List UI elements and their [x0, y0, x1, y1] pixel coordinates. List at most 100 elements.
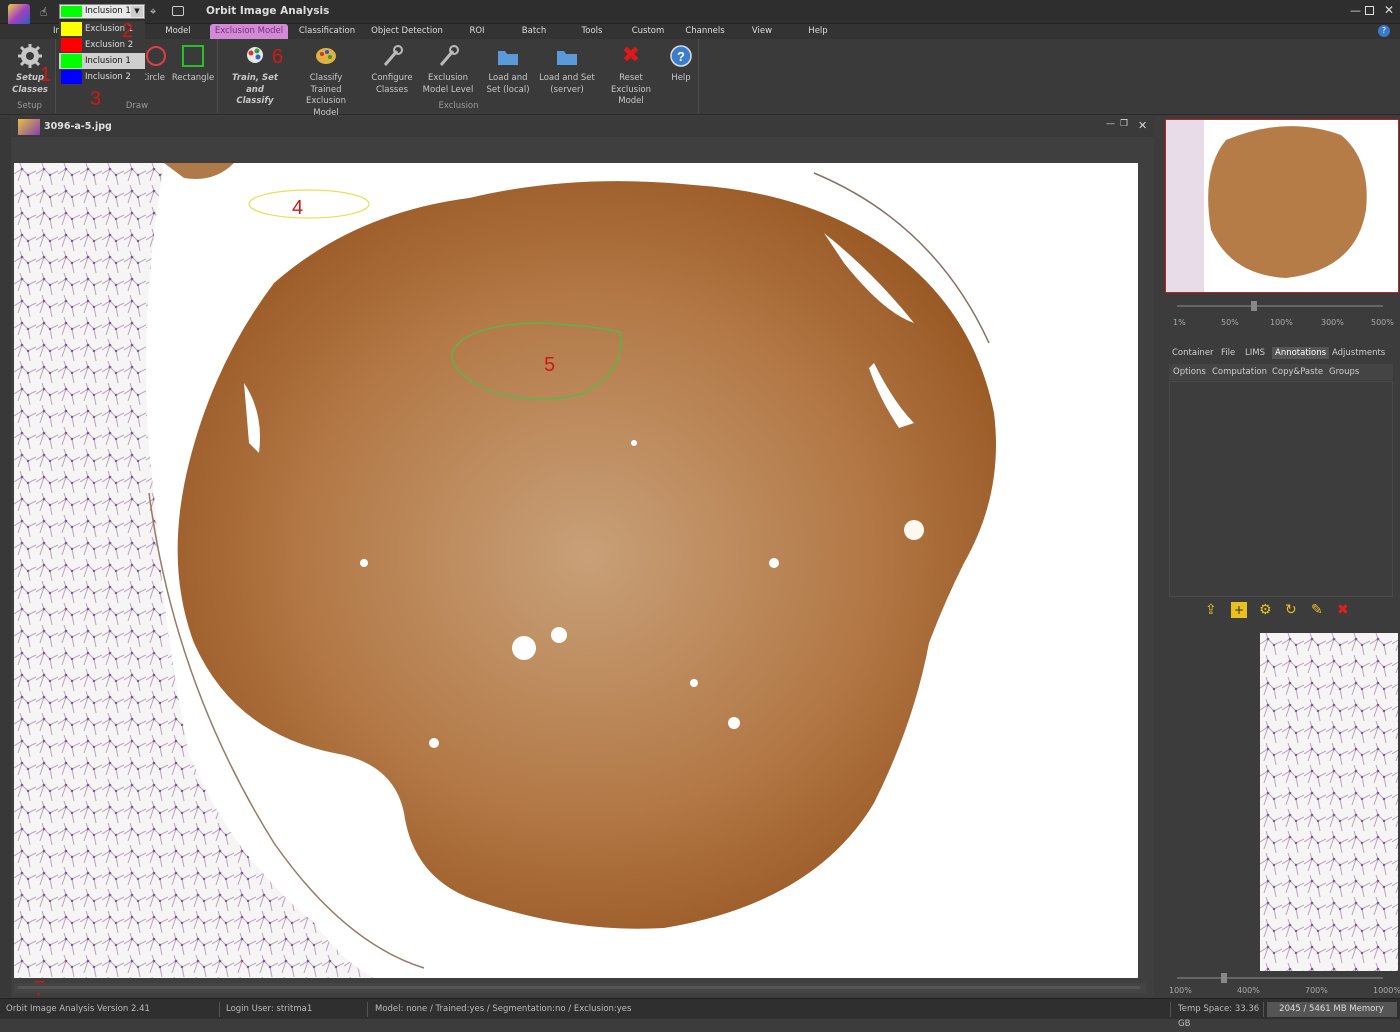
refresh-annotation-icon[interactable]: ↻: [1285, 602, 1297, 618]
callout-5: 5: [544, 354, 556, 376]
status-temp: Temp Space: 33.36 GB: [1174, 1002, 1264, 1029]
tab-file[interactable]: File: [1221, 348, 1235, 358]
dropdown-item-inclusion-1[interactable]: Inclusion 1: [59, 53, 145, 69]
horizontal-scrollbar[interactable]: [14, 983, 1146, 993]
image-thumb-icon: [18, 119, 40, 135]
menu-model[interactable]: Model: [158, 24, 198, 39]
configure-classes-button[interactable]: Configure Classes: [367, 41, 417, 96]
callout-6: 6: [272, 46, 284, 68]
detail-preview[interactable]: [1260, 633, 1398, 971]
restore-button[interactable]: ❐: [1120, 119, 1128, 129]
callout-4: 4: [292, 197, 304, 219]
help-button[interactable]: ? Help: [665, 41, 697, 85]
red-x-icon: ✖: [621, 43, 641, 68]
menu-classification[interactable]: Classification: [296, 24, 358, 39]
status-memory: 2045 / 5461 MB Memory: [1267, 1002, 1397, 1017]
rectangle-icon: [180, 43, 206, 69]
close-button[interactable]: ✕: [1138, 119, 1147, 132]
app-logo-icon: [8, 4, 30, 26]
folder-icon: [554, 43, 580, 69]
subtab-options[interactable]: Options: [1173, 367, 1206, 377]
tab-lims[interactable]: LIMS: [1245, 348, 1265, 358]
zoom-slider-top[interactable]: [1177, 301, 1383, 311]
menu-roi[interactable]: ROI: [462, 24, 492, 39]
exclusion-group-label: Exclusion: [438, 101, 479, 111]
right-subtabs: Options Computation Copy&Paste Groups: [1169, 364, 1393, 380]
overview-thumbnail[interactable]: [1165, 119, 1399, 293]
callout-2: 2: [122, 20, 134, 42]
menu-custom[interactable]: Custom: [628, 24, 668, 39]
import-annotation-icon[interactable]: ⇪: [1205, 602, 1217, 618]
exclusion-group: Train, Set and Classify Classify Trained…: [219, 39, 699, 118]
callout-3: 3: [90, 88, 102, 110]
annotations-list[interactable]: [1169, 381, 1393, 597]
class-color-swatch: [61, 6, 82, 17]
tab-adjustments[interactable]: Adjustments: [1332, 348, 1385, 358]
folder-icon: [495, 43, 521, 69]
help-circle-icon[interactable]: ?: [1378, 25, 1390, 37]
reset-exclusion-model-button[interactable]: ✖ Reset Exclusion Model: [599, 41, 663, 108]
help-icon: ?: [668, 43, 694, 69]
class-color-swatch: [61, 38, 82, 52]
subtab-copy-paste[interactable]: Copy&Paste: [1272, 367, 1323, 377]
link-annotation-icon[interactable]: ⚙: [1259, 602, 1272, 618]
image-window-title: 3096-a-5.jpg: [44, 121, 112, 132]
menu-exclusion-model[interactable]: Exclusion Model: [210, 24, 288, 39]
right-tabs: Container File LIMS Annotations Adjustme…: [1165, 347, 1395, 361]
exclusion-model-level-button[interactable]: Exclusion Model Level: [421, 41, 475, 96]
magic-wand-icon[interactable]: ⌖: [150, 5, 156, 19]
class-select-label: Inclusion 1: [85, 6, 131, 16]
maximize-button[interactable]: [1365, 6, 1374, 15]
dropdown-item-inclusion-2[interactable]: Inclusion 2: [59, 69, 145, 85]
delete-annotation-icon[interactable]: ✖: [1337, 602, 1349, 618]
class-color-swatch: [61, 70, 82, 84]
tab-container[interactable]: Container: [1172, 348, 1214, 358]
wrench-icon: [435, 43, 461, 69]
svg-text:?: ?: [677, 49, 685, 64]
zoom-slider-bottom[interactable]: [1177, 973, 1383, 983]
class-color-swatch: [61, 54, 82, 68]
train-icon: [242, 43, 268, 69]
menu-bar: In Model Exclusion Model Classification …: [0, 24, 1400, 39]
subtab-groups[interactable]: Groups: [1329, 367, 1359, 377]
draw-group-label: Draw: [125, 101, 149, 111]
status-version: Orbit Image Analysis Version 2.41: [2, 1002, 220, 1017]
subtab-computation[interactable]: Computation: [1212, 367, 1267, 377]
menu-view[interactable]: View: [746, 24, 778, 39]
exclusion-annotation[interactable]: [248, 189, 370, 219]
wrench-icon: [379, 43, 405, 69]
minimize-button[interactable]: —: [1350, 4, 1361, 17]
chevron-down-icon[interactable]: ▼: [131, 6, 143, 17]
annotation-toolbar: ⇪ + ⚙ ↻ ✎ ✖: [1205, 602, 1355, 620]
class-select[interactable]: Inclusion 1 ▼: [59, 4, 145, 19]
menu-batch[interactable]: Batch: [514, 24, 554, 39]
right-panel: 1% 50% 100% 300% 500% Container File LIM…: [1161, 117, 1400, 997]
load-set-local-button[interactable]: Load and Set (local): [483, 41, 533, 96]
rectangle-button[interactable]: Rectangle: [171, 41, 215, 85]
status-user: Login User: stritma1: [222, 1002, 368, 1017]
tab-annotations[interactable]: Annotations: [1272, 347, 1330, 359]
tissue-image: [14, 163, 997, 978]
callout-1: 1: [40, 64, 52, 86]
close-button[interactable]: ✕: [1384, 3, 1394, 17]
pointer-tool-icon[interactable]: ☝: [40, 5, 54, 19]
menu-tools[interactable]: Tools: [572, 24, 612, 39]
toolbar-dropdown-icon[interactable]: [172, 6, 184, 16]
setup-group-label: Setup: [17, 101, 42, 111]
load-set-server-button[interactable]: Load and Set (server): [539, 41, 595, 96]
menu-object-detection[interactable]: Object Detection: [368, 24, 446, 39]
edit-annotation-icon[interactable]: ✎: [1311, 602, 1323, 618]
title-bar: ☝ Inclusion 1 ▼ ⌖ Orbit Image Analysis —…: [0, 0, 1400, 26]
minimize-button[interactable]: —: [1106, 119, 1115, 129]
palette-icon: [313, 43, 339, 69]
status-bar: Orbit Image Analysis Version 2.41 Login …: [0, 998, 1400, 1029]
ribbon: Setup Classes Setup Circle Rectangle Dra…: [0, 39, 1400, 118]
image-window-header: 3096-a-5.jpg — ❐ ✕: [12, 117, 1154, 137]
menu-channels[interactable]: Channels: [682, 24, 728, 39]
status-model: Model: none / Trained:yes / Segmentation…: [371, 1002, 1171, 1017]
left-collapse-strip[interactable]: [0, 117, 11, 997]
window-title: Orbit Image Analysis: [206, 5, 330, 17]
image-canvas[interactable]: [14, 163, 1138, 978]
add-annotation-icon[interactable]: +: [1231, 602, 1247, 618]
menu-help[interactable]: Help: [802, 24, 834, 39]
